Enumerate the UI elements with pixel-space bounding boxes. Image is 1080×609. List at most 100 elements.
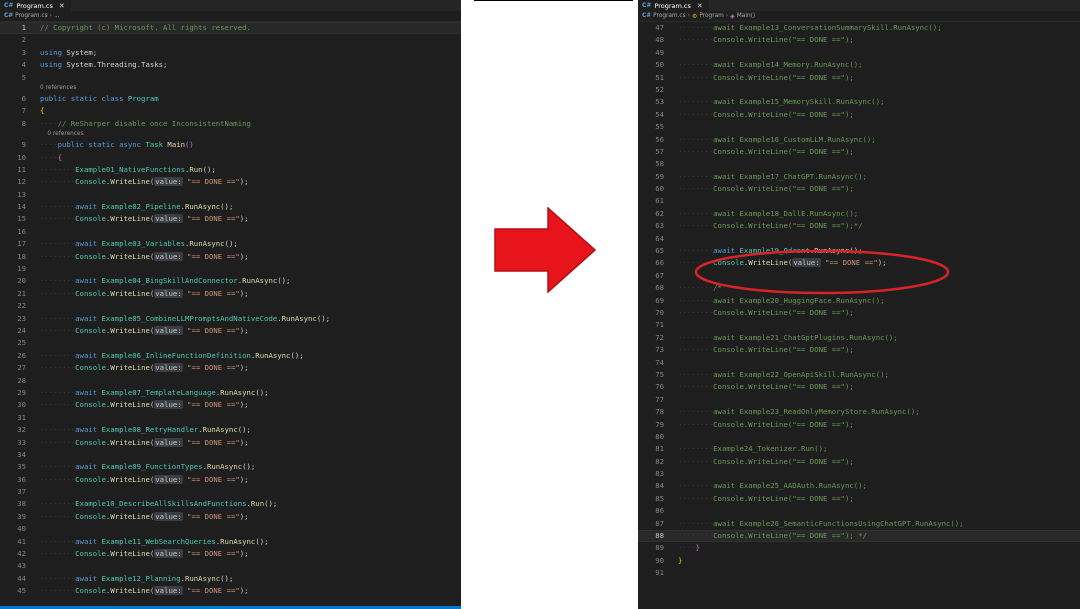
code-line[interactable]: 75 ········await Example22_OpenApiSkill.R…: [638, 369, 1080, 381]
code-line[interactable]: 84 ········await Example25_AADAuth.RunAsy…: [638, 480, 1080, 492]
codelens-references[interactable]: 0 references: [0, 130, 461, 139]
code-line[interactable]: 4 using System.Threading.Tasks;: [0, 59, 461, 71]
code-line[interactable]: 55: [638, 121, 1080, 133]
code-line[interactable]: 85 ········Console.WriteLine("== DONE =="…: [638, 493, 1080, 505]
code-line[interactable]: 26 ········await Example06_InlineFunction…: [0, 350, 461, 362]
code-line[interactable]: 18 ········Console.WriteLine(value: "== D…: [0, 251, 461, 263]
code-line[interactable]: 50 ········await Example14_Memory.RunAsyn…: [638, 59, 1080, 71]
code-line[interactable]: 60 ········Console.WriteLine("== DONE =="…: [638, 183, 1080, 195]
code-line[interactable]: 45 ········Console.WriteLine(value: "== D…: [0, 585, 461, 597]
code-line[interactable]: 81 ········Example24_Tokenizer.Run();: [638, 443, 1080, 455]
tab-program-cs[interactable]: C# Program.cs ✕: [0, 0, 71, 11]
code-line[interactable]: 63 ········Console.WriteLine("== DONE =="…: [638, 220, 1080, 232]
code-line[interactable]: 76 ········Console.WriteLine("== DONE =="…: [638, 381, 1080, 393]
code-line[interactable]: 36 ········Console.WriteLine(value: "== D…: [0, 474, 461, 486]
code-line[interactable]: 83: [638, 468, 1080, 480]
code-line[interactable]: 27 ········Console.WriteLine(value: "== D…: [0, 362, 461, 374]
code-line[interactable]: 53 ········await Example15_MemorySkill.Ru…: [638, 96, 1080, 108]
code-line[interactable]: 91: [638, 567, 1080, 579]
code-line[interactable]: 2: [0, 34, 461, 46]
code-line[interactable]: 64: [638, 233, 1080, 245]
code-line[interactable]: 49: [638, 47, 1080, 59]
code-line[interactable]: 61: [638, 195, 1080, 207]
code-line[interactable]: 40: [0, 523, 461, 535]
breadcrumb-more[interactable]: ...: [54, 13, 60, 19]
code-line[interactable]: 1 // Copyright (c) Microsoft. All rights …: [0, 22, 461, 35]
code-line[interactable]: 58: [638, 158, 1080, 170]
code-line[interactable]: 54 ········Console.WriteLine("== DONE =="…: [638, 109, 1080, 121]
code-line[interactable]: 3 using System;: [0, 47, 461, 59]
tab-program-cs[interactable]: C# Program.cs ✕: [638, 0, 709, 11]
code-line[interactable]: 6 public static class Program: [0, 93, 461, 105]
code-line[interactable]: 52: [638, 84, 1080, 96]
code-line[interactable]: 34: [0, 449, 461, 461]
code-line[interactable]: 10 ····{: [0, 152, 461, 164]
close-icon[interactable]: ✕: [697, 2, 703, 10]
code-line[interactable]: 38 ········Example10_DescribeAllSkillsAnd…: [0, 498, 461, 510]
code-line[interactable]: 28: [0, 375, 461, 387]
code-line[interactable]: 69 ········await Example20_HuggingFace.Ru…: [638, 295, 1080, 307]
code-line[interactable]: 16: [0, 226, 461, 238]
code-editor[interactable]: 1 // Copyright (c) Microsoft. All rights …: [0, 22, 461, 598]
breadcrumb-class[interactable]: Program: [699, 13, 723, 19]
code-line[interactable]: 21 ········Console.WriteLine(value: "== D…: [0, 288, 461, 300]
code-line[interactable]: 59 ········await Example17_ChatGPT.RunAsy…: [638, 171, 1080, 183]
code-line[interactable]: 14 ········await Example02_Pipeline.RunAs…: [0, 201, 461, 213]
breadcrumb-file[interactable]: Program.cs: [15, 13, 48, 19]
code-line[interactable]: 86: [638, 505, 1080, 517]
code-line[interactable]: 23 ········await Example05_CombineLLMProm…: [0, 313, 461, 325]
code-line[interactable]: 41 ········await Example11_WebSearchQueri…: [0, 536, 461, 548]
code-line[interactable]: 24 ········Console.WriteLine(value: "== D…: [0, 325, 461, 337]
code-line[interactable]: 74: [638, 357, 1080, 369]
code-line[interactable]: 82 ········Console.WriteLine("== DONE =="…: [638, 456, 1080, 468]
code-line[interactable]: 70 ········Console.WriteLine("== DONE =="…: [638, 307, 1080, 319]
code-line[interactable]: 17 ········await Example03_Variables.RunA…: [0, 238, 461, 250]
code-line[interactable]: 79 ········Console.WriteLine("== DONE =="…: [638, 419, 1080, 431]
code-line[interactable]: 9 ····public static async Task Main(): [0, 139, 461, 151]
code-line[interactable]: 22: [0, 300, 461, 312]
code-line[interactable]: 43: [0, 560, 461, 572]
close-icon[interactable]: ✕: [59, 2, 65, 10]
code-line[interactable]: 35 ········await Example09_FunctionTypes.…: [0, 461, 461, 473]
code-line[interactable]: 31: [0, 412, 461, 424]
code-line[interactable]: 33 ········Console.WriteLine(value: "== D…: [0, 437, 461, 449]
breadcrumb-method[interactable]: Main(): [737, 13, 755, 19]
code-line[interactable]: 73 ········Console.WriteLine("== DONE =="…: [638, 344, 1080, 356]
code-line[interactable]: 80: [638, 431, 1080, 443]
codelens-references[interactable]: 0 references: [0, 84, 461, 93]
code-line[interactable]: 13: [0, 189, 461, 201]
code-editor[interactable]: 47 ········await Example13_ConversationSu…: [638, 22, 1080, 580]
code-line[interactable]: 20 ········await Example04_BingSkillAndCo…: [0, 275, 461, 287]
code-line[interactable]: 51 ········Console.WriteLine("== DONE =="…: [638, 72, 1080, 84]
code-line[interactable]: 62 ········await Example18_DallE.RunAsync…: [638, 208, 1080, 220]
code-line[interactable]: 37: [0, 486, 461, 498]
code-line[interactable]: 25: [0, 337, 461, 349]
code-line[interactable]: 57 ········Console.WriteLine("== DONE =="…: [638, 146, 1080, 158]
code-line[interactable]: 15 ········Console.WriteLine(value: "== D…: [0, 213, 461, 225]
code-line[interactable]: 39 ········Console.WriteLine(value: "== D…: [0, 511, 461, 523]
code-line[interactable]: 47 ········await Example13_ConversationSu…: [638, 22, 1080, 34]
code-line[interactable]: 44 ········await Example12_Planning.RunAs…: [0, 573, 461, 585]
code-line[interactable]: 71: [638, 319, 1080, 331]
code-line[interactable]: 30 ········Console.WriteLine(value: "== D…: [0, 399, 461, 411]
code-line[interactable]: 88 ········Console.WriteLine("== DONE =="…: [638, 530, 1080, 543]
code-line[interactable]: 77: [638, 394, 1080, 406]
codelens-label[interactable]: 0 references: [40, 130, 83, 139]
code-line[interactable]: 56 ········await Example16_CustomLLM.RunA…: [638, 134, 1080, 146]
code-line[interactable]: 87 ········await Example26_SemanticFuncti…: [638, 518, 1080, 530]
code-line[interactable]: 32 ········await Example08_RetryHandler.R…: [0, 424, 461, 436]
code-line[interactable]: 89 ····}: [638, 542, 1080, 554]
code-line[interactable]: 11 ········Example01_NativeFunctions.Run(…: [0, 164, 461, 176]
codelens-label[interactable]: 0 references: [40, 84, 76, 93]
code-line[interactable]: 29 ········await Example07_TemplateLangua…: [0, 387, 461, 399]
code-line[interactable]: 19: [0, 263, 461, 275]
code-line[interactable]: 72 ········await Example21_ChatGptPlugins…: [638, 332, 1080, 344]
code-line[interactable]: 8 ····// ReSharper disable once Inconsist…: [0, 118, 461, 130]
code-line[interactable]: 42 ········Console.WriteLine(value: "== D…: [0, 548, 461, 560]
code-line[interactable]: 7{: [0, 105, 461, 117]
code-line[interactable]: 12 ········Console.WriteLine(value: "== D…: [0, 176, 461, 188]
code-line[interactable]: 78 ········await Example23_ReadOnlyMemory…: [638, 406, 1080, 418]
code-line[interactable]: 5: [0, 72, 461, 84]
breadcrumb-file[interactable]: Program.cs: [653, 13, 686, 19]
code-line[interactable]: 48 ········Console.WriteLine("== DONE =="…: [638, 34, 1080, 46]
